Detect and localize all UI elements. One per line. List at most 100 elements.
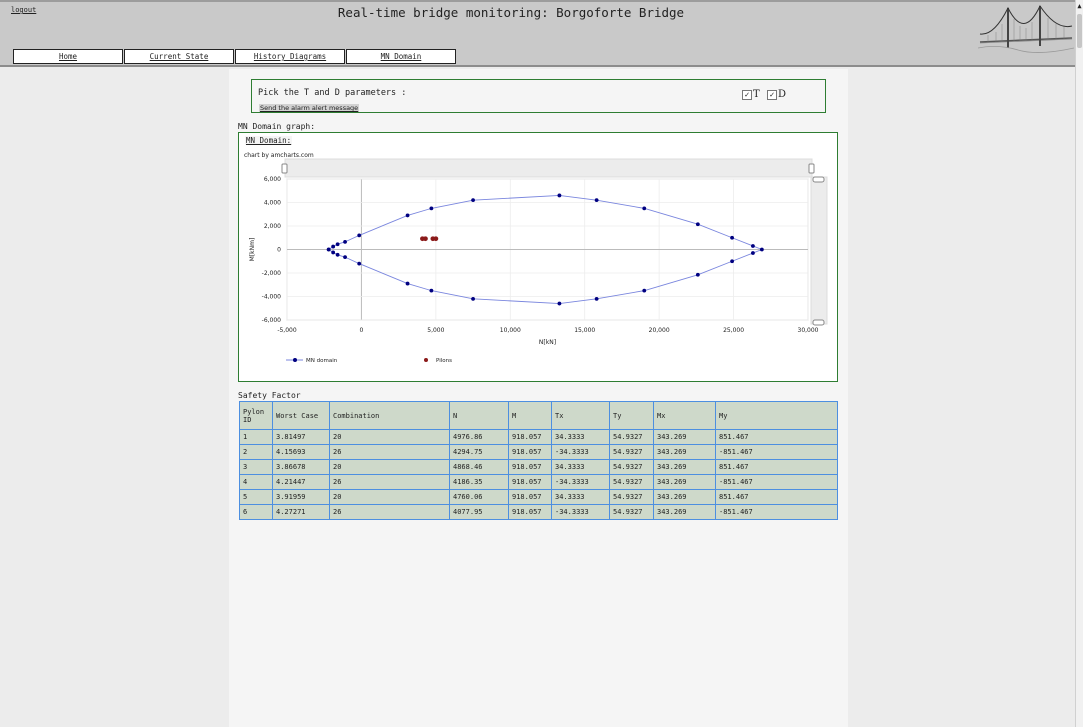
table-cell: 34.3333 bbox=[551, 489, 610, 505]
table-cell: 918.057 bbox=[508, 504, 552, 520]
table-cell: 4976.86 bbox=[449, 429, 509, 445]
column-header: My bbox=[715, 401, 838, 430]
table-cell: -851.467 bbox=[715, 474, 838, 490]
table-cell: 1 bbox=[239, 429, 273, 445]
page-title: Real-time bridge monitoring: Borgoforte … bbox=[337, 5, 685, 20]
send-alarm-link[interactable]: Send the alarm alert message bbox=[259, 104, 360, 112]
table-cell: 3.86678 bbox=[272, 459, 330, 475]
mn-domain-point bbox=[357, 261, 362, 266]
table-cell: 851.467 bbox=[715, 489, 838, 505]
mn-domain-point bbox=[471, 198, 475, 203]
mn-domain-point bbox=[405, 281, 410, 286]
table-cell: 4868.46 bbox=[449, 459, 509, 475]
nav-history-diagrams[interactable]: History Diagrams bbox=[235, 49, 345, 64]
table-cell: 4186.35 bbox=[449, 474, 509, 490]
mn-domain-point bbox=[730, 259, 734, 264]
pylon-point bbox=[423, 236, 428, 242]
vertical-scrollbar[interactable]: ▲ bbox=[1075, 0, 1083, 727]
x-tick-label: 25,000 bbox=[723, 327, 744, 334]
x-tick-label: 20,000 bbox=[649, 327, 670, 334]
table-cell: 54.9327 bbox=[609, 504, 654, 520]
scroll-up-icon[interactable]: ▲ bbox=[1076, 2, 1083, 10]
table-cell: 4.15693 bbox=[272, 444, 330, 460]
table-cell: 6 bbox=[239, 504, 273, 520]
y-tick-label: 6,000 bbox=[264, 176, 281, 183]
table-cell: 918.057 bbox=[508, 489, 552, 505]
table-row: 2 4.15693 26 4294.75 918.057 -34.3333 54… bbox=[239, 444, 838, 460]
legend-mn-domain-label: MN domain bbox=[306, 358, 338, 364]
y-tick-label: -4,000 bbox=[262, 294, 282, 301]
header-bar: logout Real-time bridge monitoring: Borg… bbox=[0, 0, 1075, 67]
scroll-grip-left-icon bbox=[281, 163, 288, 174]
nav-mn-domain[interactable]: MN Domain bbox=[346, 49, 456, 64]
t-checkbox[interactable]: ✓ bbox=[742, 90, 752, 100]
table-cell: 26 bbox=[329, 504, 450, 520]
table-row: 3 3.86678 20 4868.46 918.057 34.3333 54.… bbox=[239, 459, 838, 475]
mn-domain-point bbox=[751, 244, 755, 248]
mn-domain-point bbox=[357, 233, 362, 238]
legend-pilons-label: Pilons bbox=[436, 358, 452, 364]
column-header: Pylon ID bbox=[239, 401, 273, 430]
y-tick-label: -6,000 bbox=[262, 317, 282, 324]
t-checkbox-label: T bbox=[753, 89, 760, 100]
column-header: Worst Case bbox=[272, 401, 330, 430]
table-cell: 20 bbox=[329, 489, 450, 505]
table-cell: 54.9327 bbox=[609, 459, 654, 475]
chart-scrollbar-horizontal bbox=[284, 158, 813, 178]
mn-domain-point bbox=[429, 206, 434, 211]
mn-domain-point bbox=[642, 288, 647, 293]
mn-domain-point bbox=[695, 222, 700, 227]
pylon-point bbox=[433, 236, 439, 242]
nav-home[interactable]: Home bbox=[13, 49, 123, 64]
table-cell: 343.269 bbox=[653, 474, 716, 490]
x-tick-label: 0 bbox=[360, 327, 364, 334]
chart-panel: MN Domain: chart by amcharts.com -5,000 0… bbox=[238, 132, 838, 382]
table-cell: 851.467 bbox=[715, 429, 838, 445]
parameter-panel: Pick the T and D parameters : Send the a… bbox=[251, 79, 826, 113]
d-checkbox-label: D bbox=[778, 89, 787, 100]
table-cell: 918.057 bbox=[508, 459, 552, 475]
table-cell: 4760.06 bbox=[449, 489, 509, 505]
table-cell: 3.81497 bbox=[272, 429, 330, 445]
column-header: Ty bbox=[609, 401, 654, 430]
table-cell: 34.3333 bbox=[551, 459, 610, 475]
mn-domain-point bbox=[594, 198, 599, 203]
x-tick-label: 30,000 bbox=[798, 327, 819, 334]
table-cell: -851.467 bbox=[715, 444, 838, 460]
y-tick-label: 0 bbox=[277, 247, 281, 254]
column-header: Tx bbox=[551, 401, 610, 430]
column-header: Mx bbox=[653, 401, 716, 430]
d-checkbox[interactable]: ✓ bbox=[767, 90, 777, 100]
table-cell: 3.91959 bbox=[272, 489, 330, 505]
mn-domain-point bbox=[759, 247, 764, 252]
table-row: 1 3.81497 20 4976.86 918.057 34.3333 54.… bbox=[239, 429, 838, 445]
nav-current-state[interactable]: Current State bbox=[124, 49, 234, 64]
table-cell: 343.269 bbox=[653, 504, 716, 520]
column-header: M bbox=[508, 401, 552, 430]
mn-domain-point bbox=[557, 193, 562, 198]
table-cell: 5 bbox=[239, 489, 273, 505]
mn-domain-point bbox=[326, 247, 331, 252]
bridge-logo-icon bbox=[978, 4, 1074, 53]
table-cell: 54.9327 bbox=[609, 489, 654, 505]
table-row: 6 4.27271 26 4077.95 918.057 -34.3333 54… bbox=[239, 504, 838, 520]
table-cell: 4.21447 bbox=[272, 474, 330, 490]
mn-domain-point bbox=[429, 288, 434, 293]
table-cell: 4.27271 bbox=[272, 504, 330, 520]
y-tick-label: 2,000 bbox=[264, 223, 281, 230]
mn-domain-point bbox=[695, 272, 700, 277]
mn-domain-point bbox=[557, 301, 562, 306]
column-header: Combination bbox=[329, 401, 450, 430]
table-cell: -34.3333 bbox=[551, 444, 610, 460]
table-cell: 918.057 bbox=[508, 429, 552, 445]
mn-domain-point bbox=[331, 250, 336, 255]
y-axis-title: M[kNm] bbox=[249, 238, 256, 262]
mn-domain-point bbox=[335, 252, 340, 257]
x-axis-title: N[kN] bbox=[539, 339, 556, 346]
mn-domain-point bbox=[343, 239, 347, 244]
scrollbar-thumb[interactable] bbox=[1077, 14, 1082, 48]
safety-factor-table: Pylon ID Worst Case Combination N M Tx T… bbox=[239, 401, 838, 520]
table-cell: 26 bbox=[329, 474, 450, 490]
table-cell: 20 bbox=[329, 429, 450, 445]
table-cell: 2 bbox=[239, 444, 273, 460]
